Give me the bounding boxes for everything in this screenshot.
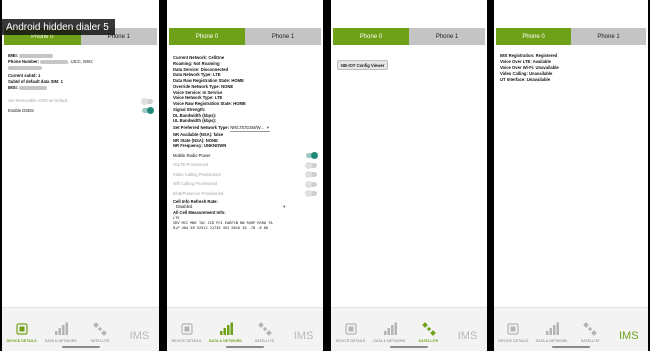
redacted-value (8, 66, 42, 70)
bottom-navigation: DEVICE DETAILS DATA & NETWORK SATELLITE … (331, 307, 487, 351)
satellite-icon (93, 322, 107, 336)
video-title-overlay: Android hidden dialer 5 (0, 19, 115, 35)
phone-tabs: Phone 0 Phone 1 (331, 28, 487, 45)
cell-table-row: R+P 404 58 52512 21735 452 9610 10 -78 -… (173, 225, 269, 230)
eab-presence-toggle[interactable] (305, 190, 317, 198)
nav-satellite[interactable]: SATELLITE (81, 308, 120, 351)
phone-tabs: Phone 0 Phone 1 (494, 28, 648, 45)
eab-presence-row[interactable]: EAB/Presence Provisioned (173, 189, 317, 199)
video-calling-row[interactable]: Video Calling Provisioned (173, 170, 317, 180)
redacted-value (19, 54, 54, 58)
enable-dsds-label: Enable DSDS (8, 107, 34, 113)
satellite-icon (257, 322, 272, 336)
signal-bars-icon (54, 322, 68, 335)
set-removable-esim-toggle[interactable] (141, 97, 153, 105)
nav-satellite[interactable]: SATELLITE (571, 308, 610, 351)
bottom-navigation: DEVICE DETAILS DATA & NETWORK SATELLITE … (167, 307, 323, 351)
tab-phone-1[interactable]: Phone 1 (409, 28, 485, 45)
ut-interface: UT Interface: Unavailable (500, 77, 551, 83)
wifi-calling-row[interactable]: Wifi Calling Provisioned (173, 180, 317, 190)
device-details-content: IMEI: Phone Number: , UICC, IMSI: Curren… (8, 53, 154, 116)
screen-ims: Phone 0 Phone 1 IMS Registration: Regist… (494, 0, 648, 351)
nav-ims[interactable]: IMS (120, 308, 159, 351)
tab-phone-1[interactable]: Phone 1 (245, 28, 321, 45)
tab-phone-1[interactable]: Phone 1 (571, 28, 646, 45)
mobile-radio-power-row[interactable]: Mobile Radio Power (173, 151, 318, 161)
satellite-icon (583, 322, 598, 336)
screen-data-network: Phone 0 Phone 1 Current Network: CellOne… (167, 0, 323, 351)
screen-satellite: Phone 0 Phone 1 NB-IOT Config Viewer DEV… (331, 0, 487, 351)
nav-satellite[interactable]: SATELLITE (245, 308, 284, 351)
video-calling-toggle[interactable] (305, 171, 317, 179)
ims-text-icon: IMS (129, 330, 150, 342)
nav-ims[interactable]: IMS (610, 308, 649, 351)
redacted-value (40, 60, 69, 64)
ims-text-icon: IMS (457, 330, 478, 342)
ims-text-icon: IMS (293, 330, 314, 342)
tab-phone-0[interactable]: Phone 0 (169, 28, 245, 45)
signal-bars-icon (383, 322, 397, 335)
nav-device-details[interactable]: DEVICE DETAILS (494, 308, 533, 351)
nav-ims[interactable]: IMS (284, 308, 323, 351)
home-indicator (552, 346, 590, 348)
nav-ims[interactable]: IMS (448, 308, 487, 351)
set-removable-esim-label: Set Removable eSIM as Default (8, 98, 68, 103)
nav-data-network[interactable]: DATA & NETWORK (41, 308, 80, 351)
tab-phone-0[interactable]: Phone 0 (496, 28, 571, 45)
preferred-network-row: Set Preferred Network Type: NR/LTE/GSM/W… (173, 125, 271, 132)
nav-data-network[interactable]: DATA & NETWORK (206, 308, 245, 351)
nav-satellite[interactable]: SATELLITE (409, 308, 448, 351)
dropdown-arrow-icon: ▼ (282, 204, 287, 210)
volte-toggle[interactable] (305, 161, 317, 169)
set-removable-esim-row[interactable]: Set Removable eSIM as Default (8, 96, 153, 106)
redacted-value (19, 86, 48, 90)
preferred-network-select[interactable]: NR/LTE/GSM/W... ▼ (230, 125, 271, 132)
wifi-calling-toggle[interactable] (305, 180, 317, 188)
signal-bars-icon (545, 322, 559, 335)
nav-device-details[interactable]: DEVICE DETAILS (2, 308, 41, 351)
tab-phone-0[interactable]: Phone 0 (333, 28, 409, 45)
ims-content: IMS Registration: Registered Voice Over … (500, 53, 642, 83)
device-details-icon (507, 323, 519, 335)
satellite-icon (421, 322, 436, 336)
nav-device-details[interactable]: DEVICE DETAILS (331, 308, 370, 351)
data-network-content: Current Network: CellOne Roaming: Not Ro… (173, 55, 318, 231)
overlay-title: Android hidden dialer 5 (6, 21, 109, 33)
signal-bars-icon (219, 322, 233, 335)
ul-bandwidth: UL Bandwidth (kbps): (173, 118, 217, 124)
phone-tabs: Phone 0 Phone 1 (167, 28, 323, 45)
device-details-icon (16, 323, 28, 335)
nav-device-details[interactable]: DEVICE DETAILS (167, 308, 206, 351)
bottom-navigation: DEVICE DETAILS DATA & NETWORK SATELLITE … (2, 307, 159, 351)
dropdown-arrow-icon: ▼ (265, 125, 270, 130)
enable-dsds-toggle[interactable] (142, 107, 154, 115)
home-indicator (61, 346, 100, 348)
volte-row[interactable]: VoLTE Provisioned (173, 161, 317, 171)
device-details-icon (344, 323, 357, 335)
mobile-radio-power-toggle[interactable] (306, 152, 318, 160)
enable-dsds-row[interactable]: Enable DSDS (8, 106, 154, 116)
home-indicator (390, 346, 428, 348)
device-details-icon (180, 323, 193, 335)
home-indicator (226, 346, 264, 348)
nav-data-network[interactable]: DATA & NETWORK (533, 308, 572, 351)
screen-device-details: Phone 0 Phone 1 IMEI: Phone Number: , UI… (2, 0, 159, 351)
ims-text-icon: IMS (618, 330, 639, 342)
nav-data-network[interactable]: DATA & NETWORK (370, 308, 409, 351)
bottom-navigation: DEVICE DETAILS DATA & NETWORK SATELLITE … (494, 307, 648, 351)
redacted-line (8, 65, 153, 71)
nbiot-config-viewer-button[interactable]: NB-IOT Config Viewer (337, 60, 389, 70)
